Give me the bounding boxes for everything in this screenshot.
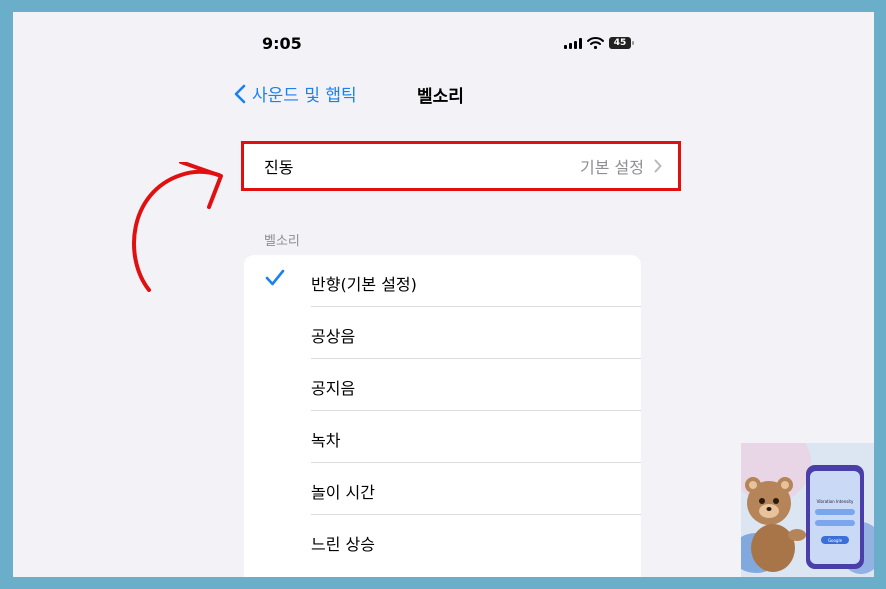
- ringtone-item[interactable]: 느린 상승: [244, 515, 641, 567]
- phone-button-text: Google: [828, 538, 843, 543]
- ringtone-item[interactable]: 공상음: [244, 307, 641, 359]
- red-arrow-annotation: [131, 162, 223, 292]
- back-button[interactable]: 사운드 및 햅틱: [234, 81, 357, 106]
- ringtone-label: 놀이 시간: [311, 483, 375, 502]
- vibration-row[interactable]: 진동 기본 설정: [241, 141, 681, 191]
- checkmark-icon: [265, 269, 285, 286]
- chevron-left-icon: [234, 84, 246, 103]
- ringtone-label: 느린 상승: [311, 535, 375, 554]
- wifi-icon: [587, 37, 604, 49]
- ringtone-item[interactable]: 녹차: [244, 411, 641, 463]
- status-time: 9:05: [262, 34, 302, 53]
- ringtone-section-header: 벨소리: [264, 234, 300, 249]
- chevron-right-icon: [654, 159, 662, 173]
- ringtone-label: 공지음: [311, 379, 356, 398]
- status-icons: 45: [564, 37, 634, 49]
- ringtone-label: 공상음: [311, 327, 356, 346]
- vibration-value: 기본 설정: [580, 158, 644, 177]
- ringtone-label: 반향(기본 설정): [311, 275, 417, 294]
- phone-screen-text: Vibration Intensity: [817, 499, 854, 504]
- ringtone-item[interactable]: 공지음: [244, 359, 641, 411]
- cellular-signal-icon: [564, 37, 582, 49]
- page-title: 벨소리: [417, 87, 464, 107]
- back-label: 사운드 및 햅틱: [252, 86, 357, 106]
- battery-icon: 45: [609, 37, 634, 49]
- thumbnail-illustration: Vibration Intensity Google: [741, 443, 874, 577]
- ringtone-list: 반향(기본 설정) 공상음 공지음 녹차 놀이 시간 느린 상승: [244, 255, 641, 577]
- ringtone-item[interactable]: 놀이 시간: [244, 463, 641, 515]
- ringtone-item[interactable]: 반향(기본 설정): [244, 255, 641, 307]
- ringtone-label: 녹차: [311, 431, 341, 450]
- vibration-value-group: 기본 설정: [580, 154, 662, 178]
- vibration-label: 진동: [264, 158, 294, 177]
